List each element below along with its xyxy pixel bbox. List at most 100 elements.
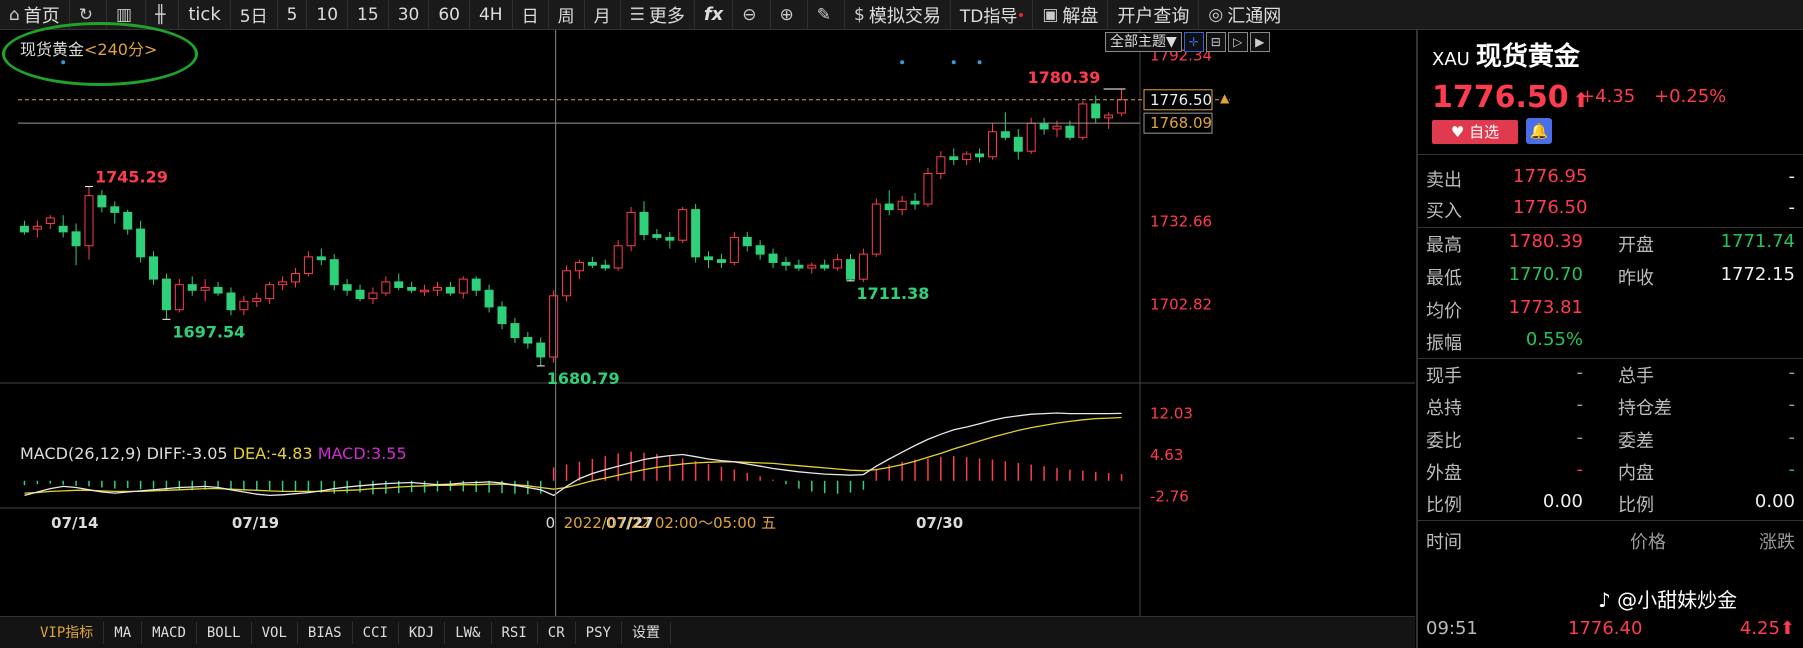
zoom-out-icon: ⊖ <box>742 4 757 25</box>
candle-body <box>910 200 920 205</box>
tab-ma[interactable]: MA <box>104 621 143 644</box>
candle-body <box>562 270 572 297</box>
period-15[interactable]: 15 <box>348 0 389 30</box>
hold-row: 总持 - 持仓差 - <box>1426 394 1795 419</box>
analysis-button[interactable]: ▣ 解盘 <box>1033 0 1109 30</box>
zoom-in-button[interactable]: ⊕ <box>771 0 808 30</box>
candle-body <box>19 225 29 233</box>
candle-body <box>523 337 533 344</box>
candle-body <box>949 156 959 161</box>
tick-button[interactable]: tick <box>179 0 231 30</box>
period-4h[interactable]: 4H <box>470 0 513 30</box>
extreme-label: 1711.38 <box>857 284 930 303</box>
candle-body <box>536 342 546 358</box>
last-page-icon[interactable]: ▶ <box>1249 32 1270 52</box>
candle-body <box>1013 136 1023 152</box>
tab-vip[interactable]: VIP指标 <box>30 621 105 644</box>
candle-body <box>626 211 636 247</box>
candle-body <box>71 231 81 247</box>
crosshair-left-label: 0 <box>546 514 556 532</box>
candle-chart-button[interactable]: ╫ <box>146 0 180 30</box>
period-day[interactable]: 日 <box>513 0 549 30</box>
brand-logo-icon: ◎ <box>1208 4 1224 25</box>
alert-bell-button[interactable]: 🔔 <box>1526 118 1552 144</box>
period-month[interactable]: 月 <box>585 0 621 30</box>
candle-body <box>458 278 468 294</box>
candle-body <box>652 234 662 238</box>
hand-row: 现手 - 总手 - <box>1426 362 1795 387</box>
symbol-code: XAU <box>1432 49 1470 70</box>
draw-button[interactable]: ✎ <box>808 0 846 30</box>
add-favorite-button[interactable]: ♥ 自选 <box>1432 120 1518 144</box>
divider <box>1418 520 1803 521</box>
candle-body <box>1052 125 1062 130</box>
tab-boll[interactable]: BOLL <box>197 621 252 644</box>
layout-toggle-icon[interactable]: ⊟ <box>1205 32 1226 52</box>
candle-body <box>110 206 120 213</box>
tab-psy[interactable]: PSY <box>576 621 622 644</box>
sim-trade-button[interactable]: $ 模拟交易 <box>845 0 951 30</box>
candle-body <box>923 172 933 205</box>
x-axis-label: 07/30 <box>916 514 963 532</box>
tab-kdj[interactable]: KDJ <box>399 621 446 644</box>
up-arrow-icon: ⬆ <box>1779 618 1795 639</box>
candle-body <box>174 284 184 311</box>
proportion-row: 比例 0.00 比例 0.00 <box>1426 491 1795 516</box>
candle-body <box>445 286 455 294</box>
tab-macd[interactable]: MACD <box>142 621 197 644</box>
crosshair-price-label: 1768.09 <box>1150 114 1212 132</box>
brand-link[interactable]: ◎ 汇通网 <box>1199 0 1290 30</box>
tab-cr[interactable]: CR <box>538 621 576 644</box>
chat-icon: ▣ <box>1042 4 1059 25</box>
tab-lw[interactable]: LW& <box>445 621 492 644</box>
extreme-label: 1745.29 <box>95 168 168 187</box>
tab-rsi[interactable]: RSI <box>492 621 538 644</box>
more-button[interactable]: ☰ 更多 <box>621 0 695 30</box>
signal-dot <box>900 60 905 65</box>
bell-icon: 🔔 <box>1529 122 1549 140</box>
fx-button[interactable]: fx <box>695 0 734 30</box>
account-query-button[interactable]: 开户查询 <box>1108 0 1200 30</box>
period-10[interactable]: 10 <box>307 0 349 30</box>
candle-body <box>497 306 507 325</box>
td-guide-button[interactable]: TD指导 <box>951 0 1034 30</box>
candle-body <box>252 298 262 302</box>
chart-canvas[interactable]: 1792.341732.661702.8207/14 07/19 07/27 07/3… <box>0 30 1415 616</box>
trade-header-row: 时间 价格 涨跌 <box>1426 532 1795 553</box>
tab-cci[interactable]: CCI <box>353 621 399 644</box>
next-page-icon[interactable]: ▷ <box>1227 32 1248 52</box>
candle-body <box>213 286 223 294</box>
chart-area[interactable]: 1792.34 1732.66 1702.82 07/14 07/19 07/27 07/3… <box>0 22 1415 616</box>
candle-body <box>187 284 197 291</box>
trade-row: 09:51 1776.40 4.25⬆ <box>1426 618 1795 639</box>
candle-body <box>368 292 378 300</box>
candle-body <box>342 284 352 291</box>
tab-bias[interactable]: BIAS <box>298 621 353 644</box>
period-5day[interactable]: 5日 <box>231 0 278 30</box>
period-week[interactable]: 周 <box>549 0 585 30</box>
extreme-label: 1697.54 <box>172 322 245 341</box>
tab-settings[interactable]: 设置 <box>622 621 671 644</box>
candle-body <box>200 286 210 291</box>
macd-axis-label: 12.03 <box>1150 404 1193 422</box>
candle-body <box>600 264 610 269</box>
home-icon: ⌂ <box>9 4 20 25</box>
tab-vol[interactable]: VOL <box>252 621 298 644</box>
candle-body <box>1039 122 1049 130</box>
price-change: +4.35 <box>1580 86 1636 107</box>
candle-body <box>123 211 133 230</box>
amplitude-row: 振幅 0.55% <box>1426 329 1583 354</box>
period-30[interactable]: 30 <box>389 0 430 30</box>
avg-row: 均价 1773.81 <box>1426 297 1583 322</box>
divider <box>1418 154 1803 155</box>
theme-dropdown[interactable]: 全部主题▼ <box>1105 32 1182 52</box>
candle-body <box>265 284 275 300</box>
period-60[interactable]: 60 <box>429 0 470 30</box>
divider <box>1418 227 1803 228</box>
candle-body <box>32 225 42 230</box>
zoom-out-button[interactable]: ⊖ <box>733 0 771 30</box>
crosshair-toggle-icon[interactable]: ✛ <box>1183 32 1204 52</box>
period-5[interactable]: 5 <box>278 0 308 30</box>
signal-dot <box>977 60 982 65</box>
candle-body <box>226 292 236 311</box>
